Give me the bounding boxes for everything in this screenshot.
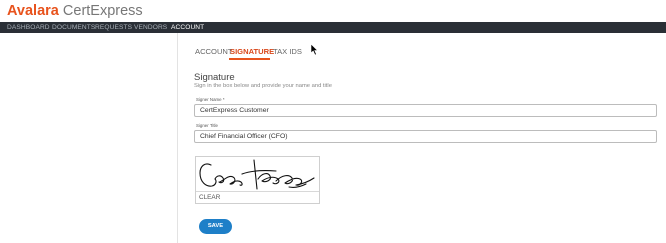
- tab-signature[interactable]: SIGNATURE: [230, 47, 274, 57]
- signer-name-input[interactable]: [194, 104, 657, 117]
- logo-secondary-text: CertExpress: [62, 3, 143, 19]
- mouse-cursor-icon: [310, 43, 319, 61]
- nav-account[interactable]: ACCOUNT: [171, 23, 204, 32]
- logo-primary-text: Avalara: [7, 3, 59, 19]
- brand-bar: Avalara CertExpress: [0, 0, 666, 23]
- app-logo[interactable]: Avalara CertExpress: [7, 3, 143, 19]
- signature-drawing: [199, 159, 315, 190]
- signer-name-label: Signer Name *: [196, 97, 225, 102]
- nav-requests[interactable]: REQUESTS: [95, 23, 132, 32]
- signer-title-label: Signer Title: [196, 123, 218, 128]
- clear-signature-button[interactable]: CLEAR: [199, 193, 220, 202]
- signature-pad[interactable]: CLEAR: [195, 156, 320, 204]
- tab-tax-ids[interactable]: TAX IDS: [273, 47, 302, 57]
- tab-account[interactable]: ACCOUNT: [195, 47, 233, 57]
- signer-title-input[interactable]: [194, 130, 657, 143]
- signature-divider: [196, 191, 319, 192]
- sidebar-divider: [177, 33, 178, 243]
- section-title: Signature: [194, 72, 235, 83]
- main-nav: DASHBOARD DOCUMENTS REQUESTS VENDORS ACC…: [0, 22, 666, 33]
- active-tab-indicator: [229, 58, 270, 60]
- nav-vendors[interactable]: VENDORS: [134, 23, 167, 32]
- save-button[interactable]: SAVE: [199, 219, 232, 234]
- section-subtitle: Sign in the box below and provide your n…: [194, 83, 332, 89]
- nav-documents[interactable]: DOCUMENTS: [52, 23, 95, 32]
- nav-dashboard[interactable]: DASHBOARD: [7, 23, 50, 32]
